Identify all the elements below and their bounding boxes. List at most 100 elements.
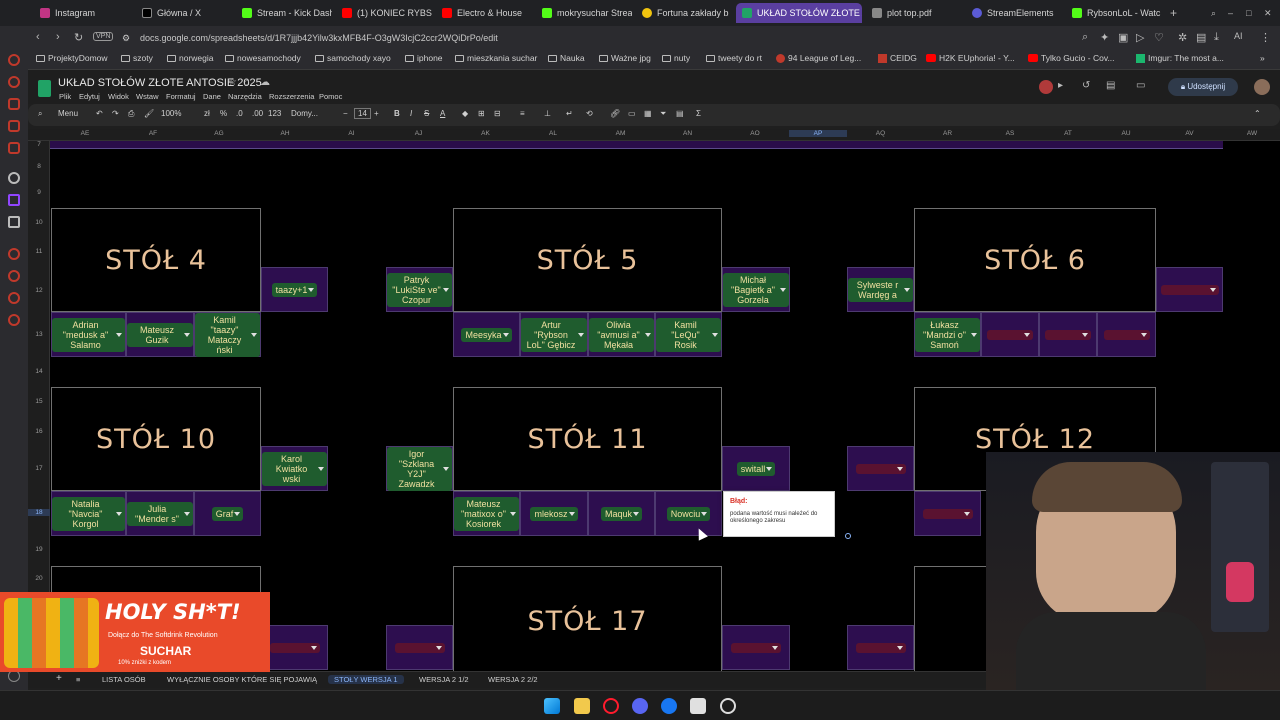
close-window-icon[interactable]: ✕ xyxy=(1258,3,1272,23)
row-header[interactable]: 13 xyxy=(28,331,50,338)
seat-dropdown[interactable]: Oliwia "avmusi a" Mękała xyxy=(589,317,654,352)
seat-dropdown[interactable]: taazy+1 xyxy=(271,282,318,297)
column-header[interactable]: AI xyxy=(318,130,385,137)
account-avatar[interactable] xyxy=(1254,79,1270,95)
bookmark[interactable]: samochody xayo xyxy=(315,53,391,63)
seat-dropdown[interactable]: switall xyxy=(736,461,776,476)
vpn-badge[interactable]: VPN xyxy=(93,32,114,41)
comment-icon[interactable]: ▭ xyxy=(628,109,636,118)
seat-dropdown[interactable]: Natalia "Navcia" Korgol xyxy=(52,496,125,531)
seat-dropdown[interactable]: mlekosz xyxy=(530,506,578,521)
settings-icon[interactable] xyxy=(8,314,20,326)
seat-cell[interactable]: Meesyka xyxy=(453,312,520,357)
browser-tab[interactable]: Instagram xyxy=(34,3,130,23)
column-header[interactable]: AL xyxy=(519,130,587,137)
percent-button[interactable]: % xyxy=(220,109,227,118)
snapshot-icon[interactable]: ▣ xyxy=(1118,31,1128,44)
reload-icon[interactable]: ↻ xyxy=(74,31,83,44)
bookmark[interactable]: nowesamochody xyxy=(225,53,301,63)
menu-data[interactable]: Dane xyxy=(203,92,221,101)
move-icon[interactable]: ⌂ xyxy=(244,77,250,88)
seat-cell[interactable]: Sylweste r Wardęg a xyxy=(847,267,914,312)
column-header[interactable]: AE xyxy=(50,130,120,137)
more-bookmarks-icon[interactable]: » xyxy=(1260,53,1265,63)
music-icon[interactable] xyxy=(8,142,20,154)
selection-handle[interactable] xyxy=(845,533,851,539)
menu-file[interactable]: Plik xyxy=(59,92,71,101)
file-explorer-icon[interactable] xyxy=(574,698,590,714)
browser-tab[interactable]: plot top.pdf xyxy=(866,3,962,23)
bookmark[interactable]: ProjektyDomow xyxy=(36,53,108,63)
sheet-tab[interactable]: WERSJA 2 1/2 xyxy=(419,675,469,684)
bookmark[interactable]: 94 League of Leg... xyxy=(776,53,861,63)
valign-icon[interactable]: ⊥ xyxy=(544,109,551,118)
menu-tools[interactable]: Narzędzia xyxy=(228,92,262,101)
seat-cell[interactable] xyxy=(847,625,914,670)
seat-cell[interactable]: taazy+1 xyxy=(261,267,328,312)
menu-insert[interactable]: Wstaw xyxy=(136,92,159,101)
ai-button[interactable]: AI xyxy=(1234,31,1243,41)
seat-cell[interactable] xyxy=(847,446,914,491)
column-header[interactable]: AU xyxy=(1097,130,1155,137)
link-icon[interactable]: 🔗︎ xyxy=(610,109,620,118)
browser-tab[interactable]: Fortuna zakłady b xyxy=(636,3,732,23)
row-header[interactable]: 16 xyxy=(28,428,50,435)
site-info-icon[interactable]: ⚙ xyxy=(122,29,130,47)
seat-cell[interactable]: Michał "Bagietk a" Gorzela xyxy=(722,267,790,312)
seat-cell[interactable]: Mateusz "matixox o" Kosiorek xyxy=(453,491,520,536)
column-header[interactable]: AO xyxy=(721,130,789,137)
filter-views-icon[interactable]: ▤ xyxy=(676,109,684,118)
seat-cell[interactable] xyxy=(981,312,1039,357)
seat-cell[interactable] xyxy=(914,491,981,536)
menu-view[interactable]: Widok xyxy=(108,92,129,101)
seat-dropdown-empty[interactable] xyxy=(1103,329,1150,340)
chatgpt-icon[interactable] xyxy=(8,172,20,184)
browser-tab[interactable]: StreamElements xyxy=(966,3,1062,23)
chart-icon[interactable]: ▦ xyxy=(644,109,652,118)
browser-tab[interactable]: RybsonLoL - Watc xyxy=(1066,3,1162,23)
bookmark[interactable]: Imgur: The most a... xyxy=(1136,53,1224,63)
instagram-icon[interactable] xyxy=(8,98,20,110)
seat-dropdown-empty[interactable] xyxy=(1160,284,1219,295)
history-icon[interactable] xyxy=(8,248,20,260)
seat-dropdown[interactable]: Kamil "LeQu" Rosik xyxy=(656,317,721,352)
column-header[interactable]: AG xyxy=(186,130,252,137)
seat-cell[interactable]: Graf xyxy=(194,491,261,536)
whatsapp-icon[interactable] xyxy=(8,76,20,88)
bookmark[interactable]: iphone xyxy=(405,53,443,63)
seat-cell[interactable]: Igor "Szklana Y2J" Zawadzk xyxy=(386,446,453,491)
seat-dropdown[interactable]: Michał "Bagietk a" Gorzela xyxy=(723,272,789,307)
seat-cell[interactable]: Nowciu xyxy=(655,491,722,536)
seat-cell[interactable]: Natalia "Navcia" Korgol xyxy=(51,491,126,536)
seat-cell[interactable] xyxy=(1156,267,1223,312)
search-menu-icon[interactable]: ⌕ xyxy=(38,109,42,119)
seat-dropdown[interactable]: Artur "Rybson LoL" Gębicz xyxy=(521,317,587,352)
browser-tab[interactable]: Stream - Kick Dash xyxy=(236,3,332,23)
row-header[interactable]: 12 xyxy=(28,287,50,294)
share-button[interactable]: 🔒︎ Udostępnij xyxy=(1168,78,1238,96)
browser-tab[interactable]: Electro & House xyxy=(436,3,532,23)
heart-icon[interactable]: ♡ xyxy=(1154,31,1164,44)
present-icon[interactable]: ▸ xyxy=(1058,80,1063,91)
bookmark[interactable]: mieszkania suchar xyxy=(455,53,537,63)
seat-cell[interactable]: Artur "Rybson LoL" Gębicz xyxy=(520,312,588,357)
rotate-icon[interactable]: ⟲ xyxy=(586,109,593,118)
font-select[interactable]: Domy... xyxy=(291,109,318,118)
font-decrease-icon[interactable]: − xyxy=(343,109,348,118)
borders-icon[interactable]: ⊞ xyxy=(478,109,485,118)
seat-cell[interactable] xyxy=(722,625,790,670)
column-header[interactable]: AK xyxy=(452,130,519,137)
seat-dropdown-empty[interactable] xyxy=(731,642,781,653)
all-sheets-icon[interactable]: ≡ xyxy=(76,675,80,684)
browser-tab-active[interactable]: UKŁAD STOŁÓW ZŁOTE A xyxy=(736,3,862,23)
discord-icon[interactable] xyxy=(632,698,648,714)
comments-icon[interactable]: ▤ xyxy=(1106,80,1115,91)
seat-cell[interactable] xyxy=(1097,312,1156,357)
seat-dropdown[interactable]: Łukasz "Mandzi o" Samoń xyxy=(915,317,980,352)
x-icon[interactable] xyxy=(8,216,20,228)
wallet-icon[interactable]: ▤ xyxy=(1196,31,1206,44)
column-header[interactable]: AQ xyxy=(847,130,914,137)
seat-cell[interactable]: mlekosz xyxy=(520,491,588,536)
column-header[interactable]: AS xyxy=(981,130,1039,137)
column-header[interactable]: AJ xyxy=(385,130,452,137)
